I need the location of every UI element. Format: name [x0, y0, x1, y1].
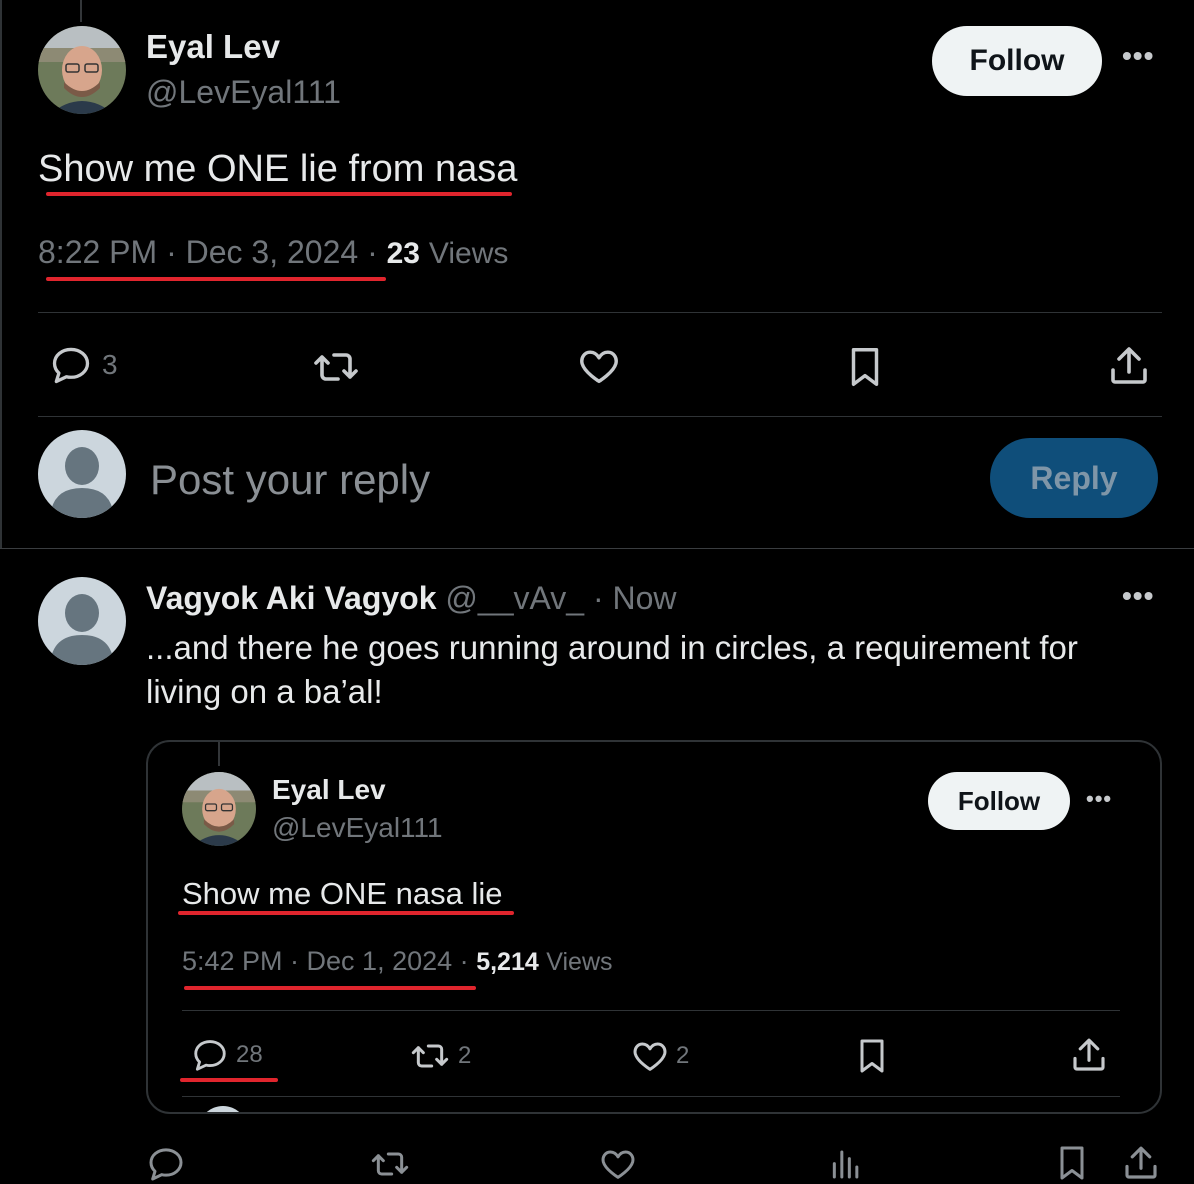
share-icon[interactable] [1068, 1034, 1110, 1076]
quoted-tweet-card[interactable]: Eyal Lev @LevEyal111 Follow ••• Show me … [146, 740, 1162, 1114]
reply-timestamp[interactable]: · Now [593, 580, 677, 616]
quoted-retweet-count: 2 [458, 1042, 472, 1069]
reply-icon[interactable] [146, 1144, 186, 1184]
reply-action[interactable]: 3 [48, 343, 118, 387]
quoted-tweet-meta: 5:42 PM · Dec 1, 2024 · 5,214 Views [182, 946, 613, 977]
my-avatar[interactable] [38, 430, 126, 518]
reply-icon [194, 1040, 226, 1071]
reply-author-handle[interactable]: @__vAv_ [445, 580, 584, 616]
author-name[interactable]: Eyal Lev [146, 28, 280, 66]
share-icon[interactable] [1120, 1142, 1162, 1184]
quoted-reply-action[interactable]: 28 [190, 1036, 263, 1074]
author-photo [182, 772, 256, 846]
reply-count: 3 [102, 349, 118, 380]
divider [38, 416, 1162, 417]
quoted-author-avatar[interactable] [182, 772, 256, 846]
reply-author-name[interactable]: Vagyok Aki Vagyok [146, 580, 437, 616]
divider [182, 1010, 1120, 1011]
author-handle[interactable]: @LevEyal111 [146, 74, 341, 111]
author-photo [38, 26, 126, 114]
quoted-timestamp[interactable]: 5:42 PM · Dec 1, 2024 [182, 946, 452, 976]
more-options-icon[interactable]: ••• [1086, 786, 1112, 812]
annotation-underline [180, 1078, 278, 1082]
quoted-views-label: Views [546, 948, 613, 976]
reply-button[interactable]: Reply [990, 438, 1158, 518]
author-avatar[interactable] [38, 26, 126, 114]
reply-header: Vagyok Aki Vagyok @__vAv_ · Now [146, 580, 677, 617]
more-options-icon[interactable]: ••• [1122, 580, 1154, 612]
reply-author-avatar[interactable] [38, 577, 126, 665]
tweet-text: Show me ONE lie from nasa [38, 148, 518, 190]
quoted-reply-count: 28 [236, 1041, 263, 1068]
annotation-underline [46, 277, 386, 281]
bookmark-icon[interactable] [1052, 1142, 1092, 1184]
follow-button[interactable]: Follow [932, 26, 1102, 96]
quoted-follow-button[interactable]: Follow [928, 772, 1070, 830]
divider [38, 312, 1162, 313]
default-avatar-icon [38, 430, 126, 518]
views-label: Views [428, 237, 509, 270]
quoted-like-count: 2 [676, 1042, 690, 1069]
analytics-icon[interactable] [826, 1142, 866, 1182]
default-avatar-icon [38, 577, 126, 665]
quoted-retweet-action[interactable]: 2 [408, 1036, 471, 1076]
like-icon [633, 1042, 667, 1071]
quoted-tweet-text: Show me ONE nasa lie [182, 876, 503, 911]
reply-input[interactable]: Post your reply [150, 456, 430, 504]
left-border [0, 0, 2, 548]
bookmark-icon[interactable] [842, 342, 888, 392]
quoted-author-name[interactable]: Eyal Lev [272, 774, 386, 806]
thread-line [80, 0, 82, 22]
meta-separator: · [459, 946, 469, 976]
reply-text: ...and there he goes running around in c… [146, 629, 1078, 710]
like-icon[interactable] [598, 1144, 638, 1184]
retweet-icon[interactable] [368, 1144, 412, 1184]
tweet-meta: 8:22 PM · Dec 3, 2024 · 23 Views [38, 234, 508, 271]
retweet-icon [411, 1044, 449, 1068]
section-divider [0, 548, 1194, 549]
quoted-like-action[interactable]: 2 [630, 1036, 689, 1076]
like-icon[interactable] [576, 343, 622, 389]
quoted-views-count: 5,214 [476, 948, 539, 976]
annotation-underline [178, 911, 514, 915]
meta-separator: · [367, 234, 378, 270]
reply-icon [52, 347, 90, 384]
thread-line [218, 742, 220, 766]
annotation-underline [46, 192, 512, 196]
more-options-icon[interactable]: ••• [1122, 40, 1154, 72]
annotation-underline [184, 986, 476, 990]
tweet-timestamp[interactable]: 8:22 PM · Dec 3, 2024 [38, 234, 358, 270]
divider [182, 1096, 1120, 1097]
retweet-icon[interactable] [310, 343, 362, 391]
views-count: 23 [386, 237, 420, 270]
share-icon[interactable] [1104, 342, 1154, 390]
quoted-author-handle[interactable]: @LevEyal111 [272, 812, 443, 844]
bookmark-icon[interactable] [852, 1034, 892, 1078]
next-avatar-peek [198, 1106, 248, 1112]
